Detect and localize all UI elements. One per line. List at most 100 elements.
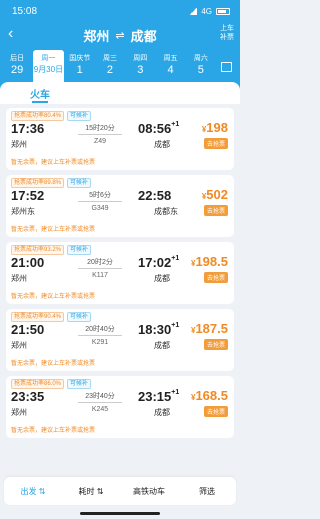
price-value: 198 xyxy=(206,120,228,135)
sort-depart-button[interactable]: 出发 ⇅ xyxy=(4,486,62,497)
train-number: K117 xyxy=(92,272,108,279)
depart-time: 21:00 xyxy=(11,255,45,270)
no-ticket-hint: 暂无余票，建议上车补票或抢票 xyxy=(11,428,96,434)
next-day-mark: +1 xyxy=(171,389,180,396)
train-number: Z49 xyxy=(93,138,107,145)
no-ticket-hint: 暂无余票，建议上车补票或抢票 xyxy=(11,361,96,367)
train-card[interactable]: 抢票成功率93.2% 可候补 21:00 20时2分 K117 17:02+1 郑… xyxy=(6,242,234,304)
grab-ticket-button[interactable]: 去抢票 xyxy=(203,205,228,216)
train-number: G349 xyxy=(91,205,109,212)
date-item[interactable]: 周三 2 xyxy=(95,50,125,84)
badges: 抢票成功率90.4% 可候补 xyxy=(11,312,92,322)
route-title[interactable]: 郑州 ⇌ 成都 xyxy=(83,26,156,45)
date-item-selected[interactable]: 周一 9月30日 xyxy=(33,50,64,84)
train-card[interactable]: 抢票成功率90.4% 可候补 21:50 20时40分 K291 18:30+1 … xyxy=(6,309,234,371)
badges: 抢票成功率80.4% 可候补 xyxy=(11,111,92,121)
status-bar: 15:08 4G xyxy=(0,0,240,22)
to-station: 成都 xyxy=(154,341,170,350)
waitlist-badge: 可候补 xyxy=(67,312,92,322)
battery-icon xyxy=(216,7,230,15)
price: ¥187.5 xyxy=(191,321,228,336)
price-value: 198.5 xyxy=(195,254,228,269)
sort-icon: ⇅ xyxy=(94,486,104,496)
train-card[interactable]: 抢票成功率86.0% 可候补 23:35 23时40分 K245 23:15+1 … xyxy=(6,376,234,438)
duration: 15时20分 xyxy=(85,125,115,132)
network-label: 4G xyxy=(201,6,212,16)
date-item[interactable]: 后日 29 xyxy=(2,50,32,84)
grab-ticket-button[interactable]: 去抢票 xyxy=(203,339,228,350)
from-station: 郑州 xyxy=(11,140,27,149)
date-item[interactable]: 周六 5 xyxy=(186,50,216,84)
train-card[interactable]: 抢票成功率89.8% 可候补 17:52 5时6分 G349 22:58 郑州东 … xyxy=(6,175,234,237)
depart-time: 23:35 xyxy=(11,389,45,404)
sort-icon: ⇅ xyxy=(36,486,46,496)
date-item[interactable]: 周五 4 xyxy=(155,50,185,84)
price: ¥198.5 xyxy=(191,254,228,269)
highspeed-filter-button[interactable]: 高铁动车 xyxy=(120,486,178,497)
from-station: 郑州 xyxy=(11,274,27,283)
date-item[interactable]: 国庆节 1 xyxy=(65,50,95,84)
price-value: 502 xyxy=(206,187,228,202)
arrive-time-value: 17:02 xyxy=(138,255,172,270)
train-card[interactable]: 抢票成功率80.4% 可候补 17:36 15时20分 Z49 08:56+1 郑… xyxy=(6,108,234,170)
arrive-time-value: 08:56 xyxy=(138,121,172,136)
tab-transfer[interactable]: 中转 xyxy=(80,82,160,104)
sort-depart-label: 出发 xyxy=(20,486,37,496)
badges: 抢票成功率93.2% 可候补 xyxy=(11,245,92,255)
price-value: 187.5 xyxy=(195,321,228,336)
next-day-mark: +1 xyxy=(171,255,180,262)
route-line xyxy=(78,402,122,403)
calendar-icon xyxy=(221,62,233,72)
waitlist-badge: 可候补 xyxy=(67,178,92,188)
grab-ticket-button[interactable]: 去抢票 xyxy=(203,406,228,417)
signal-icon xyxy=(189,7,198,15)
duration: 5时6分 xyxy=(89,192,111,199)
price-value: 168.5 xyxy=(195,388,228,403)
date-week: 周五 xyxy=(163,55,178,62)
price: ¥502 xyxy=(202,187,228,202)
makeup-line2: 补票 xyxy=(220,34,234,41)
from-station: 郑州东 xyxy=(11,207,35,216)
home-indicator xyxy=(80,512,160,515)
route-line xyxy=(78,201,122,202)
swap-icon[interactable]: ⇌ xyxy=(115,29,124,42)
success-rate-badge: 抢票成功率93.2% xyxy=(11,245,65,255)
to-station: 成都东 xyxy=(154,207,178,216)
sort-duration-label: 耗时 xyxy=(78,486,95,496)
date-week: 周一 xyxy=(41,55,56,62)
grab-ticket-button[interactable]: 去抢票 xyxy=(203,138,228,149)
from-station: 郑州 xyxy=(11,341,27,350)
duration: 20时2分 xyxy=(87,259,113,266)
date-num: 2 xyxy=(106,64,114,76)
grab-ticket-button[interactable]: 去抢票 xyxy=(203,272,228,283)
title-bar: ‹ 郑州 ⇌ 成都 上车 补票 xyxy=(0,22,240,48)
date-week: 后日 xyxy=(10,55,25,62)
header: 15:08 4G ‹ 郑州 ⇌ 成都 上车 补票 后日 29 周一 9月30日 国庆… xyxy=(0,0,240,104)
price: ¥168.5 xyxy=(191,388,228,403)
calendar-button[interactable] xyxy=(216,50,238,84)
makeup-ticket-button[interactable]: 上车 补票 xyxy=(220,24,234,42)
to-station: 成都 xyxy=(154,140,170,149)
date-num: 29 xyxy=(11,64,24,76)
date-item[interactable]: 周四 3 xyxy=(125,50,155,84)
route-line xyxy=(78,268,122,269)
status-icons: 4G xyxy=(189,7,230,16)
from-city: 郑州 xyxy=(83,28,110,44)
arrive-time: 08:56+1 xyxy=(138,121,179,136)
tab-train[interactable]: 火车 xyxy=(0,82,80,104)
filter-button[interactable]: 筛选 xyxy=(178,486,236,497)
back-icon[interactable]: ‹ xyxy=(8,26,13,42)
sort-duration-button[interactable]: 耗时 ⇅ xyxy=(62,486,120,497)
status-time: 15:08 xyxy=(12,5,38,17)
success-rate-badge: 抢票成功率80.4% xyxy=(11,111,65,121)
date-num: 5 xyxy=(197,64,204,76)
waitlist-badge: 可候补 xyxy=(67,379,92,389)
transport-tabs: 火车 中转 飞机 xyxy=(0,82,240,104)
train-list: 抢票成功率80.4% 可候补 17:36 15时20分 Z49 08:56+1 郑… xyxy=(6,108,234,443)
tab-flight[interactable]: 飞机 xyxy=(160,82,240,104)
date-num: 3 xyxy=(137,64,144,76)
route-line xyxy=(78,335,122,336)
waitlist-badge: 可候补 xyxy=(67,245,92,255)
bottom-filter-bar: 出发 ⇅ 耗时 ⇅ 高铁动车 筛选 xyxy=(4,477,236,505)
depart-time: 17:36 xyxy=(11,121,45,136)
